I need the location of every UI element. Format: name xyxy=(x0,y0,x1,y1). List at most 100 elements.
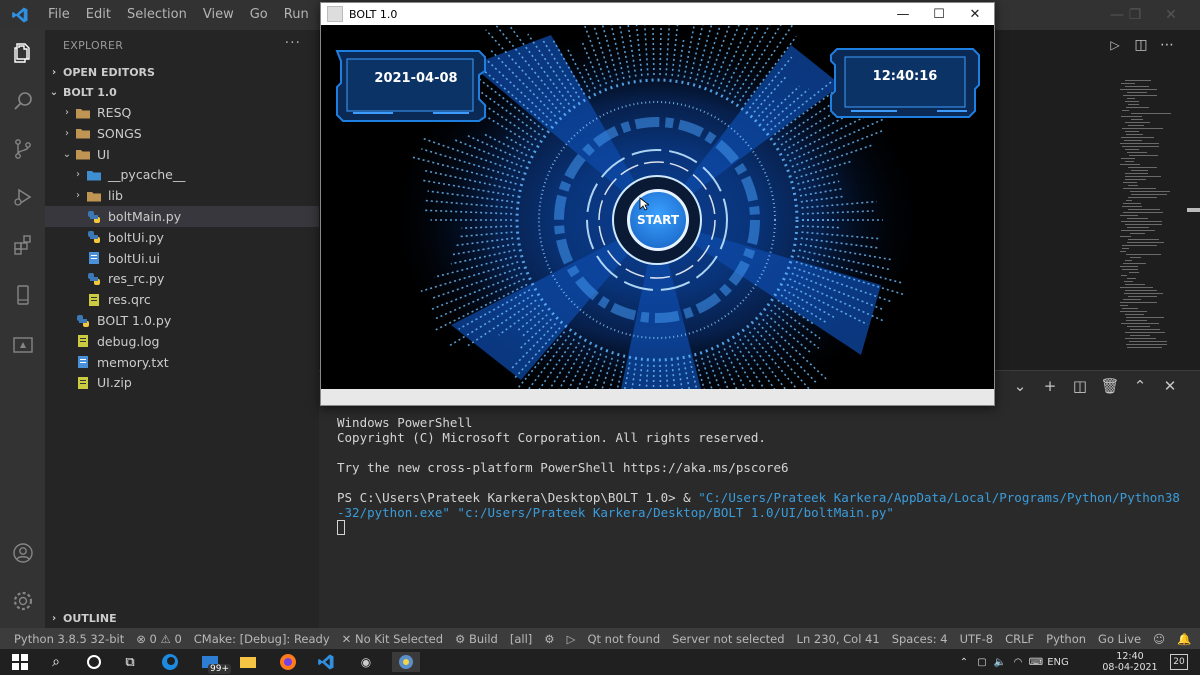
minimap-line xyxy=(1128,104,1139,105)
more-actions-icon[interactable]: ··· xyxy=(285,35,301,51)
tree-file[interactable]: debug.log xyxy=(45,331,319,352)
notification-center-icon[interactable]: 20 xyxy=(1170,654,1188,670)
menu-item[interactable]: File xyxy=(40,0,78,30)
python-interpreter[interactable]: Python 3.8.5 32-bit xyxy=(8,632,130,646)
build-target[interactable]: [all] xyxy=(504,632,538,646)
more-actions-icon[interactable]: ⋯ xyxy=(1157,37,1177,53)
task-view-icon[interactable]: ⧉ xyxy=(120,652,140,672)
search-icon[interactable] xyxy=(0,78,45,124)
tree-file[interactable]: res_rc.py xyxy=(45,268,319,289)
file-explorer-icon[interactable] xyxy=(238,652,258,672)
menu-item[interactable]: Selection xyxy=(119,0,195,30)
remote-explorer-icon[interactable] xyxy=(0,322,45,368)
close-icon[interactable]: ✕ xyxy=(957,3,993,25)
menu-item[interactable]: View xyxy=(195,0,242,30)
python-app-icon[interactable] xyxy=(392,652,420,672)
folder-icon xyxy=(74,126,92,140)
extensions-icon[interactable] xyxy=(0,222,45,268)
source-control-icon[interactable] xyxy=(0,126,45,172)
explorer-icon[interactable] xyxy=(0,30,45,76)
line-ending[interactable]: CRLF xyxy=(999,632,1040,646)
encoding[interactable]: UTF-8 xyxy=(954,632,1000,646)
cortana-icon[interactable] xyxy=(84,652,104,672)
desktop-screen: FileEditSelectionViewGoRunTermin — ❐ ✕ xyxy=(0,0,1200,675)
file-icon xyxy=(85,293,103,307)
build-button[interactable]: ⚙ Build xyxy=(449,632,504,646)
menu-item[interactable]: Edit xyxy=(78,0,119,30)
minimap-line xyxy=(1124,293,1163,294)
tree-folder[interactable]: › __pycache__ xyxy=(45,164,319,185)
start-button[interactable]: START xyxy=(627,189,689,251)
search-icon[interactable]: ⌕ xyxy=(46,652,66,672)
indentation[interactable]: Spaces: 4 xyxy=(886,632,954,646)
tree-folder[interactable]: ⌄ UI xyxy=(45,144,319,165)
taskbar-clock[interactable]: 12:40 08-04-2021 xyxy=(1100,651,1160,673)
cursor-position[interactable]: Ln 230, Col 41 xyxy=(791,632,886,646)
minimize-icon[interactable]: — xyxy=(885,3,921,25)
tree-file[interactable]: BOLT 1.0.py xyxy=(45,310,319,331)
terminal-dropdown-icon[interactable]: ⌄ xyxy=(1005,377,1035,395)
language-indicator[interactable]: ENG xyxy=(1045,657,1071,668)
kit-status[interactable]: ✕ No Kit Selected xyxy=(336,632,449,646)
server-status[interactable]: Server not selected xyxy=(666,632,790,646)
volume-icon[interactable]: 🔈 xyxy=(991,657,1009,668)
close-panel-icon[interactable]: ✕ xyxy=(1155,377,1185,395)
go-live-button[interactable]: Go Live xyxy=(1092,632,1147,646)
obs-icon[interactable]: ◉ xyxy=(356,652,376,672)
tree-file[interactable]: boltUi.py xyxy=(45,227,319,248)
run-file-icon[interactable]: ▷ xyxy=(1105,38,1125,52)
account-icon[interactable] xyxy=(0,530,45,576)
vscode-taskbar-icon[interactable] xyxy=(316,652,336,672)
outline-label: OUTLINE xyxy=(63,611,117,625)
feedback-icon[interactable]: ☺ xyxy=(1147,632,1171,646)
tree-folder[interactable]: › SONGS xyxy=(45,123,319,144)
firefox-icon[interactable] xyxy=(278,652,298,672)
run-debug-icon[interactable] xyxy=(0,174,45,220)
run-icon[interactable]: ▷ xyxy=(561,632,582,646)
keyboard-icon[interactable]: ⌨ xyxy=(1027,657,1045,668)
language-mode[interactable]: Python xyxy=(1040,632,1092,646)
tree-file[interactable]: boltMain.py xyxy=(45,206,319,227)
menu-item[interactable]: Go xyxy=(242,0,276,30)
notifications-icon[interactable]: 🔔 xyxy=(1171,632,1197,646)
tree-item-label: boltMain.py xyxy=(108,209,182,224)
kill-terminal-icon[interactable]: 🗑 xyxy=(1095,377,1125,395)
settings-gear-icon[interactable] xyxy=(0,578,45,624)
maximize-icon[interactable]: ☐ xyxy=(921,3,957,25)
minimap-line xyxy=(1123,95,1157,96)
project-folder-section[interactable]: ⌄ BOLT 1.0 xyxy=(45,82,319,102)
close-icon[interactable]: ✕ xyxy=(1154,0,1188,30)
chevron-up-icon[interactable]: ⌃ xyxy=(955,657,973,668)
tree-file[interactable]: res.qrc xyxy=(45,289,319,310)
problems-count[interactable]: ⊗ 0 ⚠ 0 xyxy=(130,632,188,646)
edge-icon[interactable] xyxy=(160,652,180,672)
split-terminal-icon[interactable]: ◫ xyxy=(1065,377,1095,395)
network-device-icon[interactable]: ▢ xyxy=(973,657,991,668)
new-terminal-icon[interactable]: + xyxy=(1035,377,1065,395)
chevron-right-icon: › xyxy=(51,66,57,78)
bolt-titlebar[interactable]: BOLT 1.0 — ☐ ✕ xyxy=(321,3,994,25)
wifi-icon[interactable]: ◠ xyxy=(1009,657,1027,668)
tree-folder[interactable]: › lib xyxy=(45,185,319,206)
minimap[interactable] xyxy=(1120,80,1190,360)
scrollbar-thumb[interactable] xyxy=(1187,208,1200,212)
restore-icon[interactable]: ❐ xyxy=(1118,0,1152,30)
menu-item[interactable]: Run xyxy=(276,0,317,30)
chevron-right-icon: › xyxy=(76,190,80,202)
maximize-panel-icon[interactable]: ⌃ xyxy=(1125,377,1155,395)
windows-start-icon[interactable] xyxy=(10,652,30,672)
device-icon[interactable] xyxy=(0,272,45,318)
tree-file[interactable]: boltUi.ui xyxy=(45,248,319,269)
qt-status[interactable]: Qt not found xyxy=(581,632,666,646)
minimap-line xyxy=(1127,152,1147,153)
tree-file[interactable]: UI.zip xyxy=(45,372,319,393)
split-editor-icon[interactable]: ◫ xyxy=(1125,37,1157,53)
open-editors-section[interactable]: › OPEN EDITORS xyxy=(45,62,319,82)
tree-item-label: lib xyxy=(108,188,123,204)
tree-folder[interactable]: › RESQ xyxy=(45,102,319,123)
tree-file[interactable]: memory.txt xyxy=(45,352,319,373)
debug-icon[interactable]: ⚙ xyxy=(538,632,560,646)
cmake-status[interactable]: CMake: [Debug]: Ready xyxy=(188,632,336,646)
outline-section[interactable]: › OUTLINE xyxy=(45,608,319,628)
terminal-output[interactable]: Windows PowerShell Copyright (C) Microso… xyxy=(337,415,1187,535)
